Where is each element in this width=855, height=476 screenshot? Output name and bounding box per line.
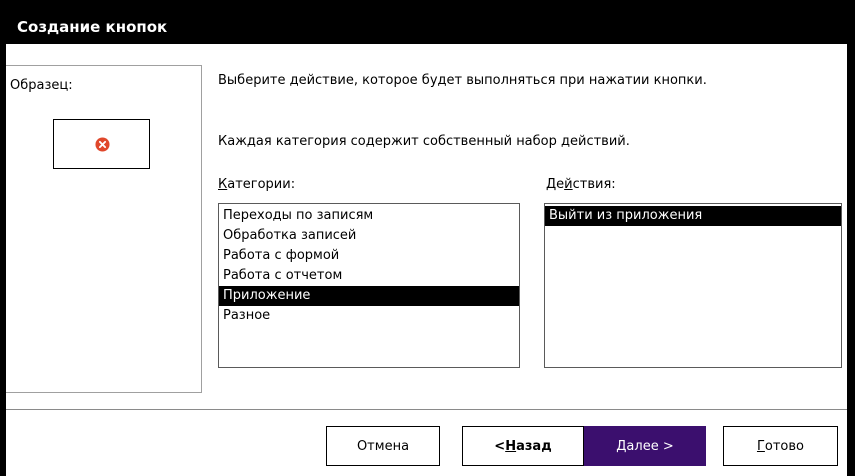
list-item[interactable]: Работа с формой [219,246,519,266]
back-button[interactable]: < Назад [462,426,584,466]
command-button-wizard-dialog: Создание кнопок Образец: Выберите действ… [6,10,847,476]
list-item[interactable]: Обработка записей [219,226,519,246]
list-item[interactable]: Работа с отчетом [219,266,519,286]
close-circle-icon [95,137,110,152]
cancel-button[interactable]: Отмена [326,426,440,466]
instruction-text-action: Выберите действие, которое будет выполня… [218,73,707,88]
list-item-selected[interactable]: Выйти из приложения [545,206,841,226]
next-button[interactable]: Далее > [584,426,706,466]
sample-label: Образец: [10,78,73,93]
list-item-selected[interactable]: Приложение [219,286,519,306]
window-title: Создание кнопок [6,10,847,44]
actions-listbox[interactable]: Выйти из приложения [544,203,842,368]
list-item[interactable]: Переходы по записям [219,206,519,226]
categories-label: Категории: [218,177,296,192]
sample-panel: Образец: [6,65,202,393]
actions-label: Действия: [546,177,616,192]
instruction-text-categories: Каждая категория содержит собственный на… [218,134,630,149]
sample-button-preview [53,119,150,169]
categories-listbox[interactable]: Переходы по записям Обработка записей Ра… [218,203,520,368]
divider [6,409,847,410]
finish-button[interactable]: Готово [723,426,838,466]
list-item[interactable]: Разное [219,306,519,326]
